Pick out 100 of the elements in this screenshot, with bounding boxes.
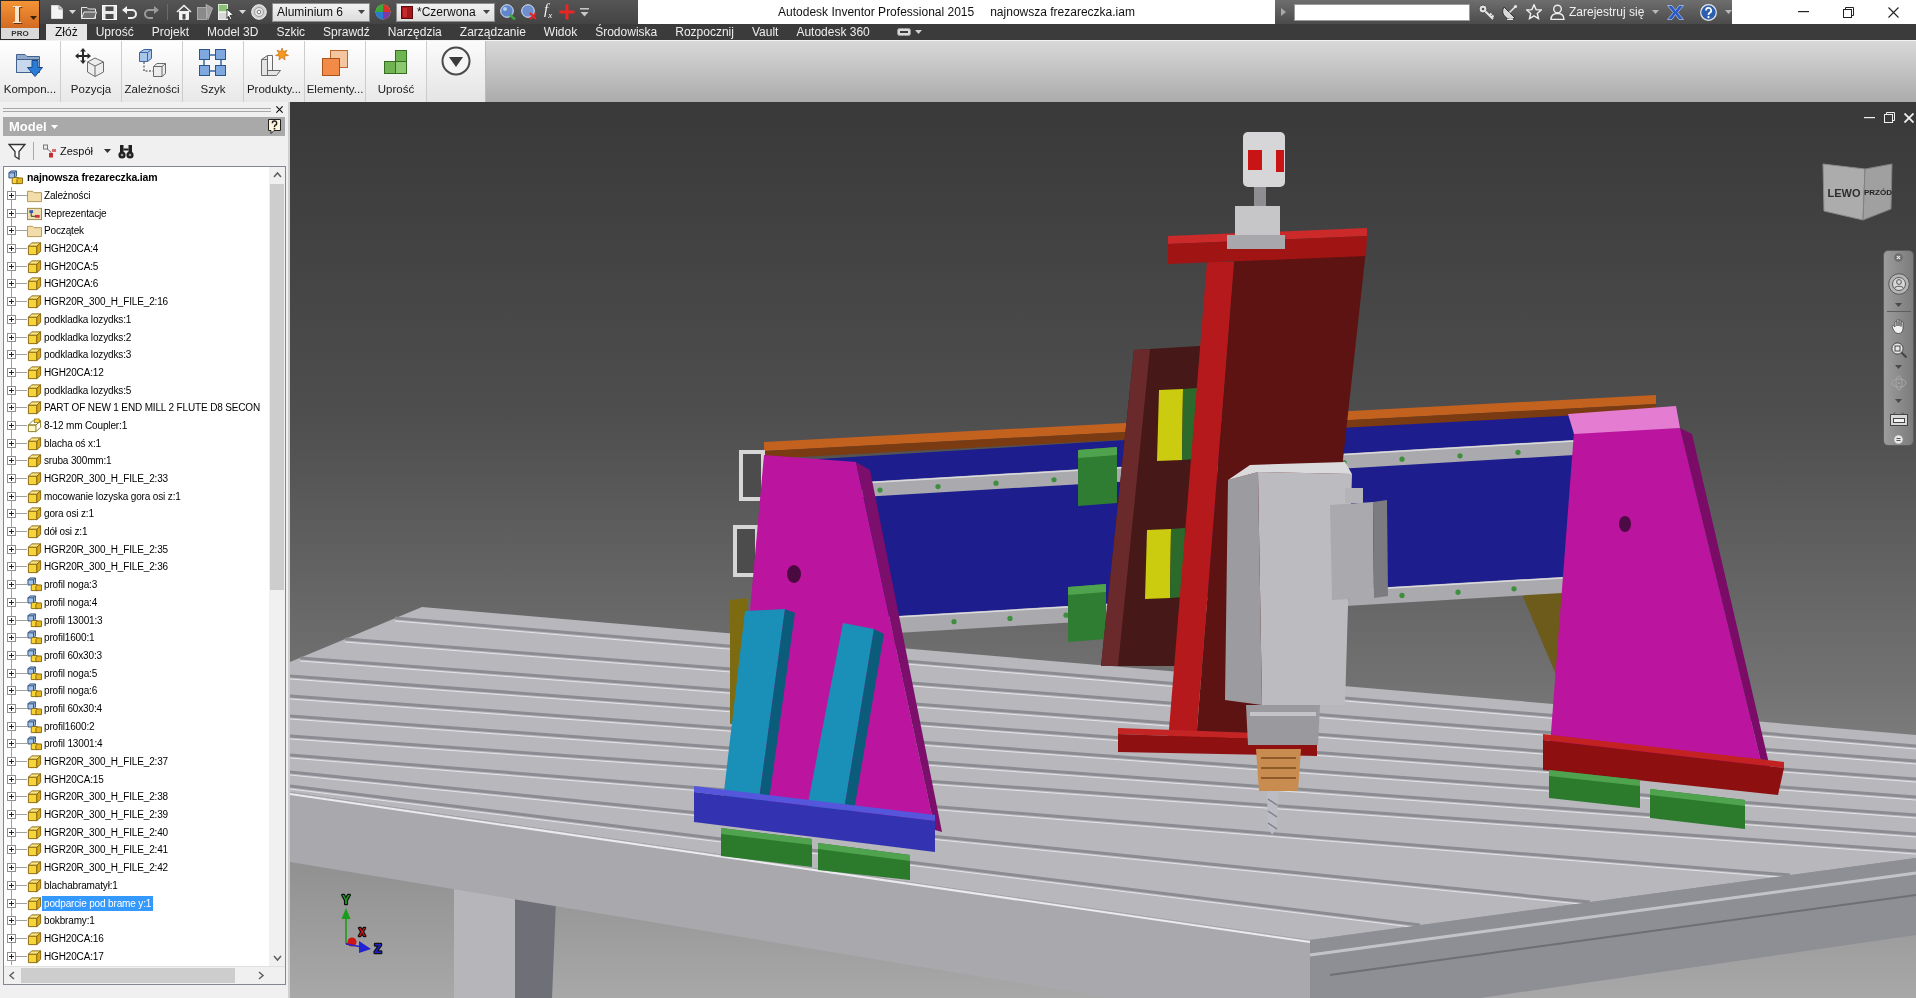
tree-item[interactable]: profil 13001:4 <box>42 736 105 752</box>
expand-icon[interactable] <box>7 527 16 537</box>
expand-icon[interactable] <box>7 544 16 554</box>
close-button[interactable] <box>1904 112 1914 123</box>
tree-item[interactable]: HGR20R_300_H_FILE_2:42 <box>42 860 170 876</box>
expand-icon[interactable] <box>7 633 16 643</box>
ribbon-tab[interactable]: Widok <box>534 24 587 40</box>
ribbon-tab[interactable]: Środowiska <box>586 24 667 40</box>
ribbon-tab[interactable]: Szkic <box>267 24 315 40</box>
tree-item[interactable]: profil 13001:3 <box>42 612 105 628</box>
ribbon-tab[interactable]: Zarządzanie <box>450 24 535 40</box>
tree-item[interactable]: mocowanie lozyska gora osi z:1 <box>42 488 183 504</box>
sign-in-button[interactable]: Zarejestruj się <box>1550 4 1645 20</box>
restore-button[interactable] <box>1884 112 1895 123</box>
tree-item[interactable]: profil 60x30:3 <box>42 647 104 663</box>
tree-item[interactable]: 8-12 mm Coupler:1 <box>42 417 130 433</box>
expand-icon[interactable] <box>7 933 16 943</box>
zoom-icon[interactable] <box>1890 342 1907 358</box>
tree-item[interactable]: podkladka lozydks:2 <box>42 329 134 345</box>
ribbon-button[interactable]: Szyk <box>183 41 244 102</box>
tree-item[interactable]: najnowsza frezareczka.iam <box>25 170 160 186</box>
expand-icon[interactable] <box>7 580 16 590</box>
tree-item[interactable]: HGR20R_300_H_FILE_2:36 <box>42 559 170 575</box>
expand-icon[interactable] <box>7 615 16 625</box>
pill-icon[interactable] <box>896 28 911 36</box>
tree-item[interactable]: gora osi z:1 <box>42 506 96 522</box>
expand-icon[interactable] <box>7 916 16 926</box>
key-icon[interactable] <box>1478 4 1494 20</box>
triangle-icon[interactable] <box>1281 8 1286 16</box>
caret-icon[interactable] <box>104 149 112 153</box>
expand-icon[interactable] <box>7 491 16 501</box>
ribbon-tab[interactable]: Projekt <box>142 24 199 40</box>
expand-icon[interactable] <box>7 297 16 307</box>
filter-icon[interactable] <box>8 142 26 160</box>
expand-icon[interactable] <box>7 509 16 519</box>
expand-icon[interactable] <box>7 332 16 342</box>
caret-icon[interactable] <box>239 10 246 14</box>
satellite-icon[interactable] <box>1502 4 1518 20</box>
tree-item[interactable]: Reprezentacje <box>42 205 109 221</box>
tree-item[interactable]: HGH20CA:4 <box>42 241 101 257</box>
x-mark-icon[interactable] <box>1667 4 1685 20</box>
redo-icon[interactable] <box>143 4 159 20</box>
save-icon[interactable] <box>102 4 117 20</box>
expand-icon[interactable] <box>7 208 16 218</box>
search-field[interactable] <box>1294 3 1470 21</box>
expand-icon[interactable] <box>7 863 16 873</box>
hand-icon[interactable] <box>1890 318 1907 334</box>
view-dropdown[interactable]: Zespół <box>41 144 98 158</box>
tree-item[interactable]: podkladka lozydks:3 <box>42 347 134 363</box>
person-circle-icon[interactable] <box>1887 273 1910 295</box>
expand-icon[interactable] <box>7 668 16 678</box>
menu-icon[interactable] <box>1894 435 1903 444</box>
tree-item[interactable]: Początek <box>42 223 86 239</box>
magnifier-icon[interactable] <box>500 4 516 20</box>
tree-item[interactable]: HGH20CA:17 <box>42 948 106 964</box>
expand-icon[interactable] <box>7 562 16 572</box>
tree-item[interactable]: PART OF NEW 1 END MILL 2 FLUTE D8 SECON <box>42 400 263 416</box>
expand-icon[interactable] <box>7 650 16 660</box>
ribbon-tab[interactable]: Vault <box>742 24 788 40</box>
view-cube-label[interactable]: LEWO <box>1827 187 1861 199</box>
expand-icon[interactable] <box>7 261 16 271</box>
close-icon[interactable] <box>1894 253 1903 262</box>
tree-item[interactable]: HGH20CA:12 <box>42 364 106 380</box>
scrollbar-track[interactable] <box>269 167 285 966</box>
expand-icon[interactable] <box>7 403 16 413</box>
expand-icon[interactable] <box>7 367 16 377</box>
ball-cross-icon[interactable] <box>521 4 537 20</box>
tree-item[interactable]: Zależności <box>42 188 93 204</box>
ribbon-tab[interactable]: Rozpocznij <box>666 24 743 40</box>
expand-icon[interactable] <box>7 420 16 430</box>
tree-item[interactable]: HGH20CA:5 <box>42 258 101 274</box>
panel-close-button[interactable] <box>276 106 283 113</box>
expand-icon[interactable] <box>7 774 16 784</box>
tree-item[interactable]: blachabramatył:1 <box>42 877 120 893</box>
caret-icon[interactable] <box>914 30 922 34</box>
expand-icon[interactable] <box>7 951 16 961</box>
scrollbar-thumb[interactable] <box>21 968 235 983</box>
expand-icon[interactable] <box>7 385 16 395</box>
bar-caret-icon[interactable] <box>580 7 590 17</box>
ribbon-button[interactable]: Uprość <box>366 41 427 102</box>
expand-icon[interactable] <box>7 314 16 324</box>
view-cube[interactable] <box>1822 163 1893 221</box>
more-button[interactable] <box>427 41 486 102</box>
expand-icon[interactable] <box>7 845 16 855</box>
cursor-icon[interactable] <box>218 4 234 20</box>
caret-icon[interactable] <box>1725 10 1733 14</box>
expand-icon[interactable] <box>7 244 16 254</box>
parameters-button[interactable]: f$_{x}$ <box>542 1 555 23</box>
binoculars-icon[interactable] <box>118 143 135 159</box>
expand-icon[interactable] <box>7 474 16 484</box>
tree-item[interactable]: HGR20R_300_H_FILE_2:39 <box>42 807 170 823</box>
disc-icon[interactable] <box>251 4 267 20</box>
tree-item[interactable]: HGR20R_300_H_FILE_2:35 <box>42 541 170 557</box>
tree-item[interactable]: HGR20R_300_H_FILE_2:41 <box>42 842 170 858</box>
expand-icon[interactable] <box>7 827 16 837</box>
expand-icon[interactable] <box>7 757 16 767</box>
tree-item[interactable]: profil noga:6 <box>42 683 100 699</box>
home-icon[interactable] <box>176 4 192 20</box>
expand-icon[interactable] <box>7 739 16 749</box>
expand-icon[interactable] <box>7 810 16 820</box>
